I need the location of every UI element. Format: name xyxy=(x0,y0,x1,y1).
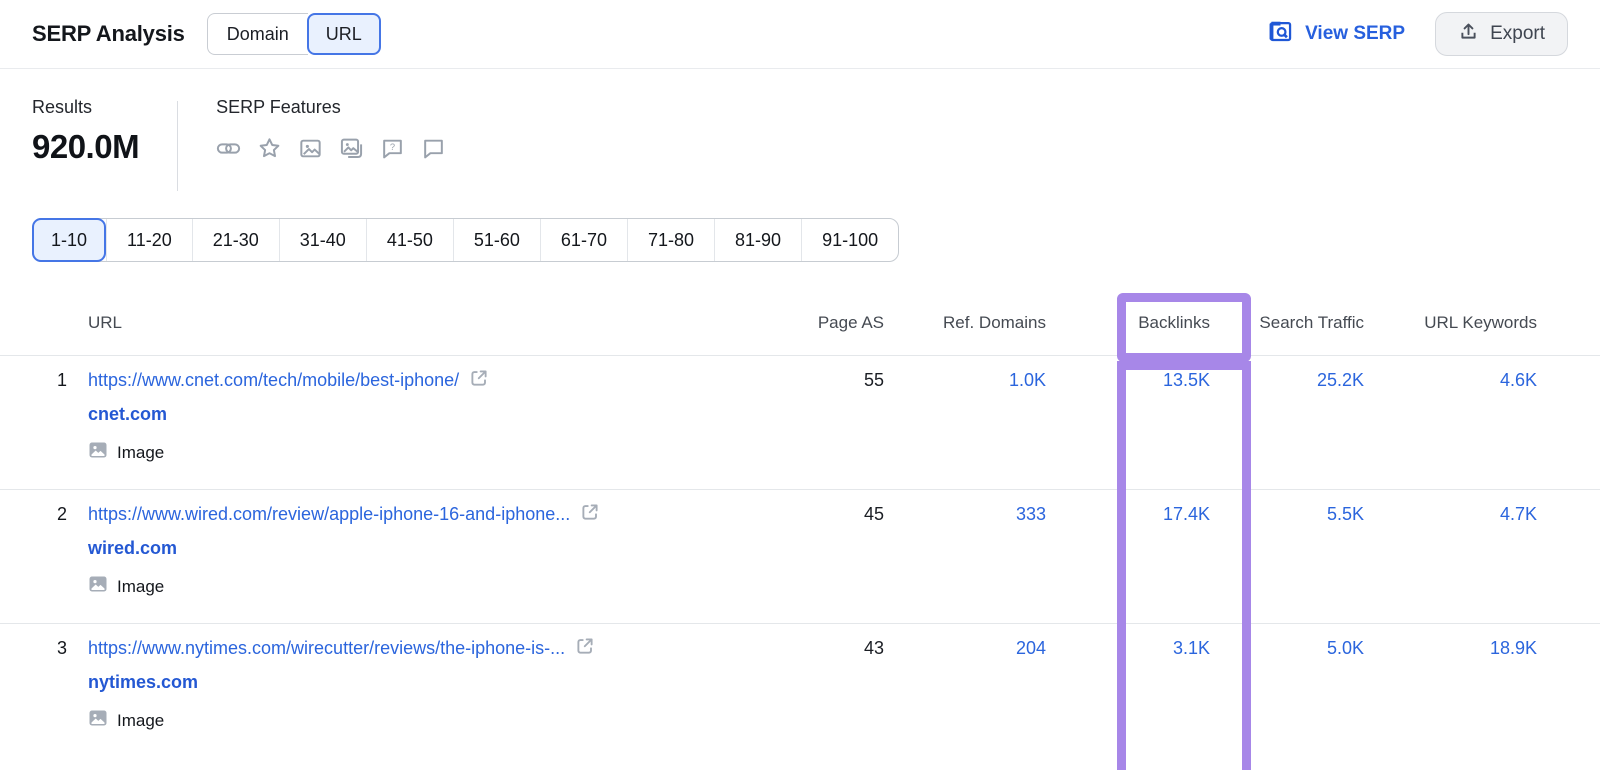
serp-feature-badge: Image xyxy=(88,574,754,599)
page-as-value: 45 xyxy=(863,504,884,524)
position-range-tab[interactable]: 81-90 xyxy=(714,219,801,261)
backlinks-value[interactable]: 3.1K xyxy=(1046,624,1210,758)
url-cell: https://www.wired.com/review/apple-iphon… xyxy=(67,490,754,623)
domain-url-toggle: Domain URL xyxy=(206,13,381,55)
star-icon[interactable] xyxy=(257,136,282,161)
column-header-backlinks[interactable]: Backlinks xyxy=(1046,313,1210,333)
url-cell: https://www.nytimes.com/wirecutter/revie… xyxy=(67,624,754,758)
result-domain-link[interactable]: wired.com xyxy=(88,538,177,559)
column-header-search-traffic[interactable]: Search Traffic xyxy=(1210,313,1364,333)
page-as-value: 43 xyxy=(863,638,884,658)
svg-text:?: ? xyxy=(390,142,395,152)
serp-features-block: SERP Features ? xyxy=(216,97,446,191)
result-url-link[interactable]: https://www.nytimes.com/wirecutter/revie… xyxy=(88,638,565,659)
table-row: 2 https://www.wired.com/review/apple-iph… xyxy=(0,490,1600,624)
feature-badge-label: Image xyxy=(117,576,165,596)
serp-window-search-icon xyxy=(1267,18,1294,51)
result-url-link[interactable]: https://www.cnet.com/tech/mobile/best-ip… xyxy=(88,370,459,391)
external-link-icon[interactable] xyxy=(575,636,595,661)
position-range-tab[interactable]: 71-80 xyxy=(626,219,714,261)
export-label: Export xyxy=(1490,23,1545,44)
column-header-page-as[interactable]: Page AS xyxy=(754,313,884,333)
link-icon[interactable] xyxy=(216,136,241,161)
position-range-tab[interactable]: 91-100 xyxy=(801,219,898,261)
results-label: Results xyxy=(32,97,93,117)
column-header-url[interactable]: URL xyxy=(67,313,754,333)
ref-domains-value[interactable]: 333 xyxy=(884,490,1046,623)
image-badge-icon xyxy=(88,440,108,465)
export-button[interactable]: Export xyxy=(1435,12,1568,56)
external-link-icon[interactable] xyxy=(469,368,489,393)
comment-bubble-icon[interactable] xyxy=(421,136,446,161)
page-title: SERP Analysis xyxy=(32,21,185,46)
result-domain-link[interactable]: nytimes.com xyxy=(88,672,198,693)
position-number: 1 xyxy=(56,370,67,390)
image-badge-icon xyxy=(88,708,108,733)
position-range-tab[interactable]: 41-50 xyxy=(365,219,453,261)
position-range-tab[interactable]: 31-40 xyxy=(278,219,366,261)
view-serp-label: View SERP xyxy=(1305,23,1406,44)
results-table: URL Page AS Ref. Domains Backlinks Searc… xyxy=(0,290,1600,758)
position-range-tab[interactable]: 61-70 xyxy=(539,219,627,261)
position-range-tab[interactable]: 21-30 xyxy=(191,219,279,261)
top-bar: SERP Analysis Domain URL View SERP Expor… xyxy=(0,0,1600,69)
table-header-row: URL Page AS Ref. Domains Backlinks Searc… xyxy=(0,290,1600,356)
position-range-tab[interactable]: 1-10 xyxy=(32,218,107,262)
ref-domains-value[interactable]: 204 xyxy=(884,624,1046,758)
faq-bubble-icon[interactable]: ? xyxy=(380,136,405,161)
external-link-icon[interactable] xyxy=(580,502,600,527)
table-row: 3 https://www.nytimes.com/wirecutter/rev… xyxy=(0,624,1600,758)
url-keywords-value[interactable]: 4.7K xyxy=(1364,490,1537,623)
search-traffic-value[interactable]: 5.0K xyxy=(1210,624,1364,758)
results-block: Results 920.0M xyxy=(32,97,140,191)
search-traffic-value[interactable]: 5.5K xyxy=(1210,490,1364,623)
image-badge-icon xyxy=(88,574,108,599)
position-number: 2 xyxy=(56,504,67,524)
image-icon[interactable] xyxy=(298,136,323,161)
position-range-tab[interactable]: 51-60 xyxy=(452,219,540,261)
ref-domains-value[interactable]: 1.0K xyxy=(884,356,1046,489)
table-body: 1 https://www.cnet.com/tech/mobile/best-… xyxy=(0,356,1600,758)
summary-section: Results 920.0M SERP Features ? xyxy=(0,69,1600,191)
position-number: 3 xyxy=(56,638,67,658)
top-bar-actions: View SERP Export xyxy=(1267,12,1568,56)
serp-features-label: SERP Features xyxy=(216,97,341,117)
image-pack-icon[interactable] xyxy=(339,136,364,161)
url-keywords-value[interactable]: 18.9K xyxy=(1364,624,1537,758)
result-domain-link[interactable]: cnet.com xyxy=(88,404,167,425)
feature-badge-label: Image xyxy=(117,710,165,730)
column-header-url-keywords[interactable]: URL Keywords xyxy=(1364,313,1537,333)
summary-divider xyxy=(177,101,179,191)
position-range-tab[interactable]: 11-20 xyxy=(106,219,192,261)
url-keywords-value[interactable]: 4.6K xyxy=(1364,356,1537,489)
results-value: 920.0M xyxy=(32,128,140,165)
table-row: 1 https://www.cnet.com/tech/mobile/best-… xyxy=(0,356,1600,490)
search-traffic-value[interactable]: 25.2K xyxy=(1210,356,1364,489)
result-url-link[interactable]: https://www.wired.com/review/apple-iphon… xyxy=(88,504,570,525)
column-header-ref-domains[interactable]: Ref. Domains xyxy=(884,313,1046,333)
backlinks-value[interactable]: 13.5K xyxy=(1046,356,1210,489)
feature-badge-label: Image xyxy=(117,442,165,462)
serp-feature-icons: ? xyxy=(216,136,446,161)
serp-feature-badge: Image xyxy=(88,708,754,733)
toggle-url-button[interactable]: URL xyxy=(306,13,381,55)
view-serp-link[interactable]: View SERP xyxy=(1267,18,1405,51)
page-as-value: 55 xyxy=(863,370,884,390)
serp-feature-badge: Image xyxy=(88,440,754,465)
serp-analysis-page: SERP Analysis Domain URL View SERP Expor… xyxy=(0,0,1600,770)
position-range-tabs: 1-10 11-20 21-30 31-40 41-50 51-60 61-70 71-80 8… xyxy=(32,218,900,262)
upload-icon xyxy=(1458,21,1479,48)
toggle-domain-button[interactable]: Domain xyxy=(206,13,308,55)
url-cell: https://www.cnet.com/tech/mobile/best-ip… xyxy=(67,356,754,489)
backlinks-value[interactable]: 17.4K xyxy=(1046,490,1210,623)
